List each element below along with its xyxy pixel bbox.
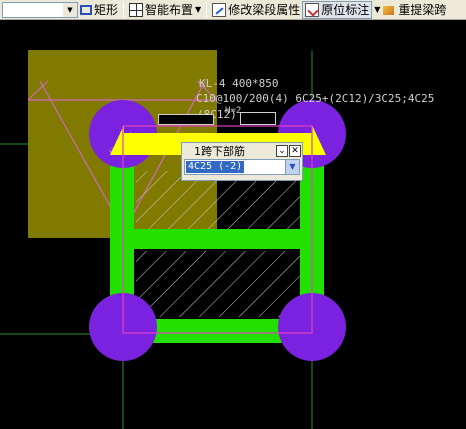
mark-icon <box>305 2 320 17</box>
original-mark-button[interactable]: 原位标注 <box>302 0 373 19</box>
dropdown-arrow-icon[interactable]: ▼ <box>195 5 201 14</box>
chevron-down-icon[interactable]: ▼ <box>63 2 77 17</box>
span-editor: 1跨下部筋 ⌄ ✕ 4C25 (-2) ▼ <box>181 142 303 181</box>
span-value: 4C25 (-2) <box>186 161 245 173</box>
re-extract-label: 重提梁跨 <box>398 3 447 17</box>
beam-stirrup-text[interactable]: C10@100/200(4) 6C25+(2C12)/3C25;4C25 <box>196 92 434 105</box>
smart-layout-button[interactable]: 智能布置 ▼ <box>127 1 203 19</box>
span-editor-header: 1跨下部筋 ⌄ ✕ <box>182 143 302 158</box>
collapse-icon[interactable]: ⌄ <box>276 144 288 157</box>
rectangle-icon <box>80 4 92 15</box>
chevron-down-icon[interactable]: ▼ <box>285 160 299 174</box>
modify-beam-button[interactable]: 修改梁段属性 <box>210 1 302 19</box>
toolbar: ▼ 矩形 智能布置 ▼ 修改梁段属性 原位标注 ▼ 重提梁跨 <box>0 0 466 20</box>
modify-beam-label: 修改梁段属性 <box>228 3 301 17</box>
smart-layout-label: 智能布置 <box>145 3 194 17</box>
beam-name-text[interactable]: KL-4 400*850 <box>199 77 278 90</box>
toolbar-separator <box>206 1 208 18</box>
re-extract-button[interactable]: 重提梁跨 <box>380 1 448 19</box>
rect-button-label: 矩形 <box>94 3 119 17</box>
close-icon[interactable]: ✕ <box>289 144 301 157</box>
small-note-text: H=2 <box>225 106 242 116</box>
rect-button[interactable]: 矩形 <box>78 1 120 19</box>
re-extract-icon <box>382 3 396 17</box>
hatch-region <box>136 251 300 317</box>
drawing-canvas[interactable]: K1 400*400 KL-4 400*850 C10@100/200(4) 6… <box>0 21 466 429</box>
inline-edit-box[interactable] <box>158 114 214 125</box>
original-mark-label: 原位标注 <box>321 3 370 17</box>
layer-combo[interactable]: ▼ <box>2 1 78 18</box>
span-editor-title: 1跨下部筋 <box>194 144 245 158</box>
grid-icon <box>129 2 144 17</box>
span-value-select[interactable]: 4C25 (-2) ▼ <box>184 159 300 175</box>
inline-edit-box[interactable] <box>240 112 276 125</box>
toolbar-separator <box>123 1 125 18</box>
beam-edit-icon <box>212 2 227 17</box>
